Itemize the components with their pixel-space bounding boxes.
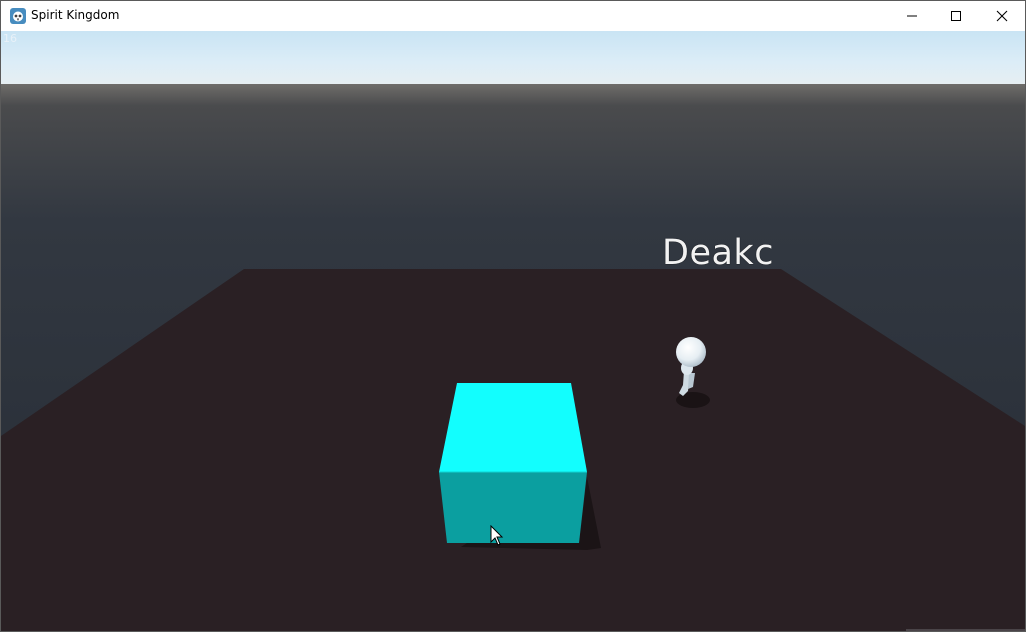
window-title: Spirit Kingdom: [31, 8, 120, 22]
title-bar[interactable]: Spirit Kingdom: [1, 1, 1025, 31]
minimize-icon: [907, 15, 917, 17]
close-icon: [996, 10, 1008, 22]
cyan-cube[interactable]: [439, 383, 587, 543]
maximize-icon: [951, 11, 961, 21]
cube-front-face: [439, 472, 587, 543]
maximize-button[interactable]: [933, 1, 979, 31]
godot-engine-icon: [10, 8, 26, 24]
fps-counter: 16: [3, 32, 17, 45]
minimize-button[interactable]: [889, 1, 935, 31]
cube-top-face: [439, 383, 587, 472]
close-button[interactable]: [979, 1, 1025, 31]
game-window: Spirit Kingdom 16 Deakc: [0, 0, 1026, 632]
game-viewport[interactable]: 16 Deakc: [1, 31, 1025, 631]
player-head: [676, 337, 706, 367]
player-nameplate: Deakc: [662, 233, 774, 273]
sky: [1, 31, 1025, 84]
mouse-cursor-icon: [490, 525, 504, 546]
watermark-strip: [906, 629, 1025, 631]
scene-3d: [1, 31, 1025, 631]
